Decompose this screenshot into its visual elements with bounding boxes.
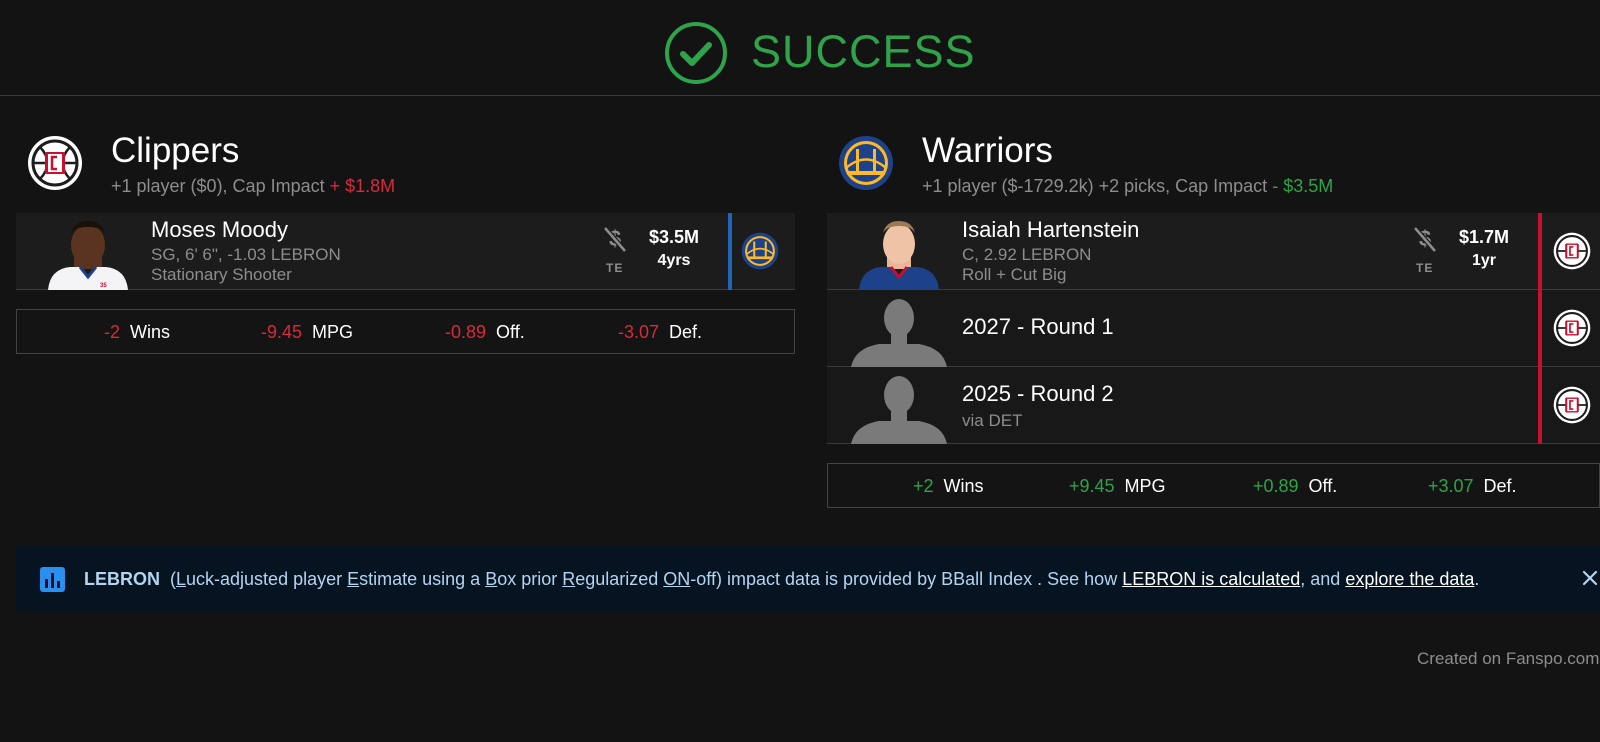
stat-off: +0.89 Off. — [1253, 476, 1338, 496]
pick-title: 2027 - Round 1 — [962, 314, 1114, 339]
explore-data-link[interactable]: explore the data — [1345, 569, 1474, 589]
player-info: C, 2.92 LEBRON — [962, 245, 1092, 264]
team-summary-warriors: +1 player ($-1729.2k) +2 picks, Cap Impa… — [922, 176, 1334, 196]
team-color-stripe — [1538, 367, 1542, 444]
stats-summary-warriors: +2 Wins +9.45 MPG +0.89 Off. +3.07 Def. — [827, 463, 1600, 508]
cap-impact-clippers: + $1.8M — [329, 176, 396, 196]
pick-title: 2025 - Round 2 — [962, 381, 1114, 406]
player-name[interactable]: Moses Moody — [151, 217, 288, 243]
silhouette-icon — [851, 376, 947, 444]
warriors-logo-icon — [839, 136, 893, 190]
no-money-icon: $ — [603, 226, 627, 253]
stat-def: -3.07 Def. — [618, 322, 703, 342]
stat-mpg: +9.45 MPG — [1069, 476, 1166, 496]
stat-off: -0.89 Off. — [445, 322, 525, 342]
contract-years: 4yrs — [657, 252, 691, 269]
draft-pick-row[interactable]: 2025 - Round 2 via DET — [827, 367, 1600, 444]
player-headshot: 35 — [48, 221, 128, 290]
te-label: TE — [1416, 261, 1434, 275]
player-headshot — [859, 221, 939, 290]
result-header: SUCCESS — [0, 0, 1600, 96]
no-money-icon: $ — [1413, 226, 1437, 253]
stat-wins: -2 Wins — [104, 322, 171, 342]
team-color-stripe — [728, 213, 732, 290]
contract-years: 1yr — [1471, 252, 1497, 269]
draft-pick-row[interactable]: 2027 - Round 1 — [827, 290, 1600, 367]
stat-mpg: -9.45 MPG — [261, 322, 354, 342]
close-icon[interactable] — [1578, 566, 1600, 590]
pick-note: via DET — [962, 411, 1023, 430]
clippers-logo-icon — [28, 136, 82, 190]
warriors-logo-icon — [741, 232, 779, 270]
player-row-moses-moody[interactable]: 35 Moses Moody SG, 6' 6", -1.03 LEBRON S… — [16, 213, 795, 290]
lebron-calculated-link[interactable]: LEBRON is calculated — [1122, 569, 1300, 589]
clippers-logo-icon — [1553, 232, 1591, 270]
clippers-logo-icon — [1553, 386, 1591, 424]
lebron-description: LEBRON (Luck-adjusted player Estimate usi… — [84, 569, 1480, 589]
player-row-isaiah-hartenstein[interactable]: Isaiah Hartenstein C, 2.92 LEBRON Roll +… — [827, 213, 1600, 290]
player-archetype: Roll + Cut Big — [962, 265, 1067, 284]
player-info: SG, 6' 6", -1.03 LEBRON — [151, 245, 341, 264]
team-name-clippers: Clippers — [111, 131, 240, 170]
check-circle-icon — [665, 22, 727, 84]
clippers-logo-icon — [1553, 309, 1591, 347]
team-summary-clippers: +1 player ($0), Cap Impact + $1.8M — [111, 176, 396, 196]
team-name-warriors: Warriors — [922, 131, 1053, 170]
cap-impact-warriors: - $3.5M — [1272, 176, 1334, 196]
player-salary: $3.5M — [648, 227, 700, 247]
te-label: TE — [606, 261, 624, 275]
svg-text:35: 35 — [100, 283, 107, 289]
lebron-info-banner: LEBRON (Luck-adjusted player Estimate usi… — [16, 546, 1600, 612]
player-salary: $1.7M — [1458, 227, 1510, 247]
player-name[interactable]: Isaiah Hartenstein — [962, 217, 1139, 243]
stat-def: +3.07 Def. — [1428, 476, 1517, 496]
bar-chart-icon — [40, 567, 65, 592]
team-color-stripe — [1538, 290, 1542, 367]
team-color-stripe — [1538, 213, 1542, 290]
status-label: SUCCESS — [751, 26, 976, 77]
stats-summary-clippers: -2 Wins -9.45 MPG -0.89 Off. -3.07 Def. — [16, 309, 795, 354]
created-on-footer: Created on Fanspo.com — [1417, 649, 1600, 668]
silhouette-icon — [851, 299, 947, 367]
player-archetype: Stationary Shooter — [151, 265, 292, 284]
stat-wins: +2 Wins — [913, 476, 984, 496]
